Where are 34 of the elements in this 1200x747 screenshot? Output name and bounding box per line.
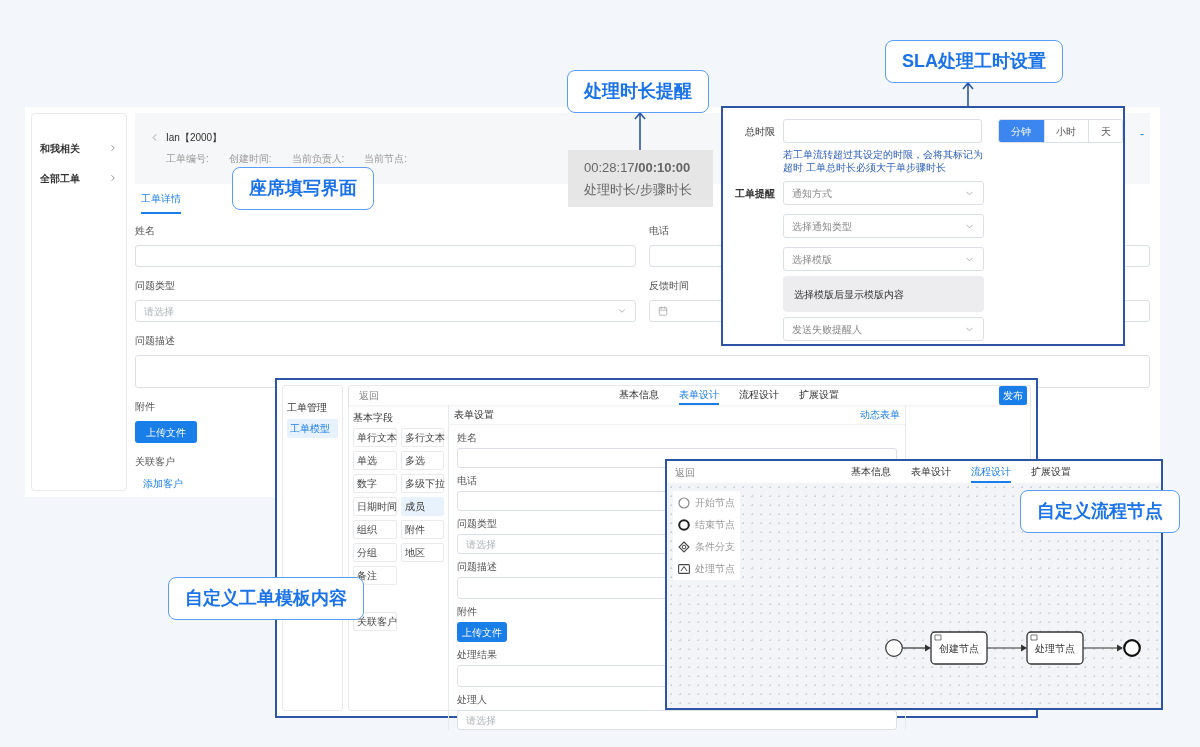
field-label: 问题类型 — [135, 279, 175, 293]
field-label: 反馈时间 — [649, 279, 689, 293]
ticket-title: Ian【2000】 — [166, 131, 223, 145]
timer-reading: 00:28:17/00:10:00 — [584, 158, 692, 177]
field-label: 问题描述 — [457, 560, 497, 574]
field-label: 问题类型 — [457, 517, 497, 531]
field-label: 问题描述 — [135, 334, 175, 348]
field-label: 电话 — [457, 474, 477, 488]
callout-label: 自定义流程节点 — [1020, 490, 1180, 533]
field-label: 姓名 — [457, 431, 477, 445]
meta-label: 创建时间: — [228, 152, 272, 166]
meta-label: 工单编号: — [166, 152, 209, 166]
template-preview: 选择模版后显示模版内容 — [783, 276, 984, 312]
task-node: 处理节点 — [1026, 631, 1084, 665]
field-label: 处理人 — [457, 693, 487, 707]
field-label: 总时限 — [743, 124, 775, 139]
field-label: 附件 — [457, 605, 477, 619]
hint-text: 若工单流转超过其设定的时限，会将其标记为超时 工单总时长必须大于单步骤时长 — [783, 148, 984, 174]
callout-label: 处理时长提醒 — [567, 70, 709, 113]
callout-label: 座席填写界面 — [232, 167, 374, 210]
sidebar-title: 工单管理 — [287, 401, 328, 415]
field-label: 工单提醒 — [734, 187, 775, 201]
palette-title: 基本字段 — [353, 411, 394, 425]
field-label: 处理结果 — [457, 648, 497, 662]
field-label: 关联客户 — [135, 455, 175, 469]
meta-label: 当前负责人: — [291, 152, 345, 166]
section-title: 表单设置 — [454, 408, 494, 422]
field-label: 姓名 — [135, 224, 155, 238]
callout-label: SLA处理工时设置 — [885, 40, 1063, 83]
field-label: 电话 — [649, 224, 669, 238]
meta-label: 当前节点: — [364, 152, 408, 166]
timer-caption: 处理时长/步骤时长 — [584, 181, 693, 199]
task-node: 创建节点 — [930, 631, 988, 665]
field-label: 附件 — [135, 400, 155, 414]
